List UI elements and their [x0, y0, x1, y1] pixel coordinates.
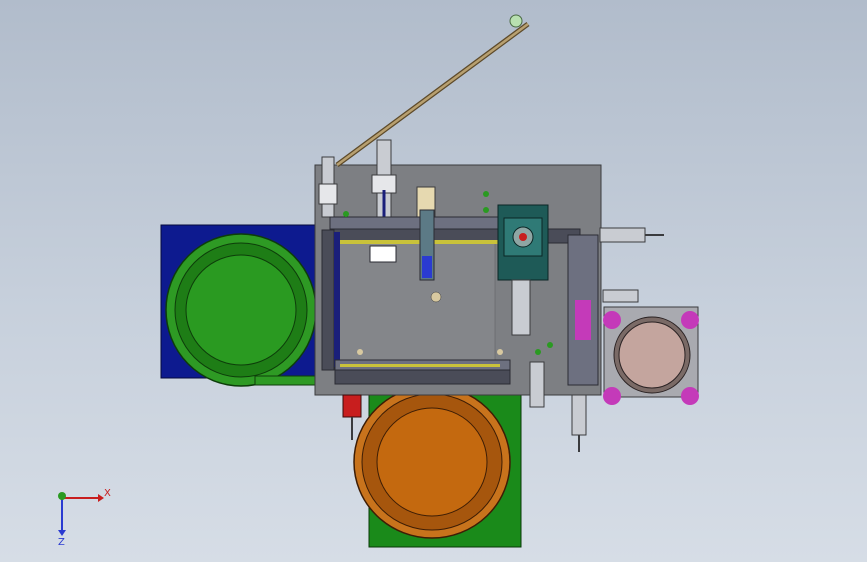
right-push-cylinder[interactable] [599, 227, 664, 303]
axis-x-label: X [104, 488, 111, 499]
machine-assembly-view[interactable]: X Z [0, 0, 867, 562]
bottom-vibratory-bowl[interactable] [353, 385, 511, 539]
feed-rod-arm[interactable] [335, 14, 530, 168]
coordinate-triad: X Z [58, 488, 111, 548]
left-vertical-cylinder[interactable] [318, 156, 338, 218]
left-vertical-rail[interactable] [321, 229, 340, 371]
axis-z-label: Z [58, 537, 65, 548]
bottom-linear-rail[interactable] [334, 359, 511, 385]
cad-viewport[interactable]: X Z [0, 0, 867, 562]
rotary-indexer[interactable] [497, 204, 549, 281]
right-vertical-rail[interactable] [567, 234, 599, 386]
right-vibratory-bowl[interactable] [603, 306, 699, 405]
red-actuator-unit[interactable] [342, 394, 362, 440]
bottom-right-cylinder[interactable] [571, 394, 587, 452]
